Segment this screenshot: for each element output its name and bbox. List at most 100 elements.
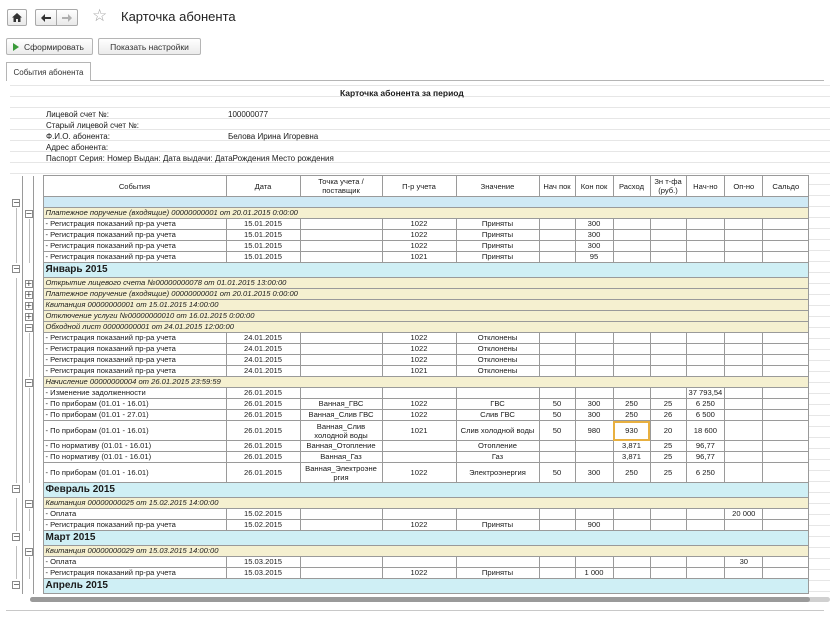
cell-balance[interactable] (762, 420, 810, 441)
cell-tariff[interactable] (649, 365, 687, 377)
cell-accrued[interactable] (685, 556, 726, 568)
cell-start-reading[interactable] (538, 556, 576, 568)
column-header-paid[interactable]: Оп-но (724, 175, 764, 197)
column-header-meter[interactable]: П-р учета (381, 175, 457, 197)
cell-date[interactable]: 26.01.2015 (225, 420, 301, 441)
cell-date[interactable]: 15.01.2015 (225, 229, 301, 241)
cell-paid[interactable] (724, 420, 764, 441)
cell-tariff[interactable] (649, 567, 687, 579)
cell-consumption[interactable] (612, 240, 651, 252)
cell-meter[interactable]: 1022 (381, 218, 457, 230)
cell-balance[interactable] (762, 365, 810, 377)
column-header-value[interactable]: Значение (455, 175, 540, 197)
expand-icon[interactable]: + (24, 279, 32, 288)
cell-start-reading[interactable] (538, 229, 576, 241)
cell-end-reading[interactable] (574, 343, 614, 355)
favorite-star-icon[interactable]: ☆ (92, 7, 107, 25)
cell-consumption[interactable] (612, 218, 651, 230)
cell-meter-point[interactable]: Ванная_Газ (299, 451, 383, 463)
cell-accrued[interactable]: 6 250 (685, 462, 726, 483)
cell-tariff[interactable] (649, 519, 687, 531)
cell-events[interactable]: - По нормативу (01.01 - 16.01) (42, 440, 227, 452)
cell-start-reading[interactable] (538, 343, 576, 355)
cell-date[interactable]: 26.01.2015 (225, 409, 301, 421)
cell-tariff[interactable] (649, 354, 687, 366)
column-header-meter-point[interactable]: Точка учета / поставщик (299, 175, 383, 197)
cell-meter-point[interactable]: Ванная_Слив холодной воды (299, 420, 383, 441)
cell-meter-point[interactable] (299, 343, 383, 355)
cell-meter-point[interactable]: Ванная_ГВС (299, 398, 383, 410)
cell-value[interactable]: Отопление (455, 440, 540, 452)
cell-consumption[interactable] (612, 519, 651, 531)
cell-accrued[interactable] (685, 251, 726, 263)
cell-events[interactable]: - Регистрация показаний пр-ра учета (42, 240, 227, 252)
cell-meter[interactable]: 1022 (381, 240, 457, 252)
cell-meter-point[interactable] (299, 567, 383, 579)
cell-meter[interactable] (381, 508, 457, 520)
cell-meter[interactable]: 1021 (381, 420, 457, 441)
cell-paid[interactable] (724, 218, 764, 230)
cell-consumption[interactable] (612, 567, 651, 579)
cell-end-reading[interactable] (574, 556, 614, 568)
cell-balance[interactable] (762, 440, 810, 452)
cell-balance[interactable] (762, 519, 810, 531)
tab-subscriber-events[interactable]: События абонента (6, 62, 91, 81)
cell-consumption[interactable] (612, 251, 651, 263)
show-settings-button[interactable]: Показать настройки (98, 38, 201, 55)
collapse-icon[interactable]: − (24, 209, 32, 218)
cell-end-reading[interactable]: 300 (574, 398, 614, 410)
cell-meter[interactable]: 1022 (381, 332, 457, 344)
cell-meter[interactable]: 1022 (381, 229, 457, 241)
cell-value[interactable]: Отклонены (455, 343, 540, 355)
cell-paid[interactable]: 20 000 (724, 508, 764, 520)
cell-meter-point[interactable]: Ванная_Отопление (299, 440, 383, 452)
cell-balance[interactable] (762, 240, 810, 252)
cell-paid[interactable] (724, 398, 764, 410)
cell-value[interactable]: Приняты (455, 567, 540, 579)
cell-accrued[interactable]: 96,77 (685, 451, 726, 463)
cell-consumption[interactable] (612, 387, 651, 399)
cell-accrued[interactable] (685, 343, 726, 355)
cell-tariff[interactable]: 25 (649, 398, 687, 410)
cell-start-reading[interactable] (538, 354, 576, 366)
cell-paid[interactable] (724, 409, 764, 421)
cell-paid[interactable] (724, 332, 764, 344)
cell-balance[interactable] (762, 343, 810, 355)
collapse-icon[interactable]: − (12, 264, 20, 273)
cell-tariff[interactable] (649, 229, 687, 241)
cell-meter[interactable] (381, 451, 457, 463)
cell-meter-point[interactable] (299, 365, 383, 377)
cell-paid[interactable] (724, 451, 764, 463)
document-label[interactable]: Платежное поручение (входящие) 000000000… (42, 288, 810, 300)
cell-meter[interactable]: 1022 (381, 343, 457, 355)
cell-events[interactable]: - По приборам (01.01 - 16.01) (42, 462, 227, 483)
month-label[interactable]: Февраль 2015 (42, 482, 810, 498)
cell-start-reading[interactable]: 50 (538, 462, 576, 483)
cell-events[interactable]: - По приборам (01.01 - 16.01) (42, 398, 227, 410)
cell-paid[interactable] (724, 343, 764, 355)
collapse-icon[interactable]: − (24, 378, 32, 387)
cell-start-reading[interactable]: 50 (538, 420, 576, 441)
cell-consumption[interactable]: 3,871 (612, 440, 651, 452)
cell-paid[interactable]: 30 (724, 556, 764, 568)
cell-date[interactable]: 24.01.2015 (225, 332, 301, 344)
cell-balance[interactable] (762, 398, 810, 410)
cell-value[interactable]: Приняты (455, 240, 540, 252)
cell-accrued[interactable]: 37 793,54 (685, 387, 726, 399)
cell-tariff[interactable] (649, 332, 687, 344)
cell-meter[interactable]: 1022 (381, 398, 457, 410)
cell-consumption[interactable]: 250 (612, 462, 651, 483)
cell-paid[interactable] (724, 567, 764, 579)
cell-paid[interactable] (724, 365, 764, 377)
column-header-start-reading[interactable]: Нач пок (538, 175, 576, 197)
cell-consumption[interactable] (612, 332, 651, 344)
cell-consumption[interactable]: 250 (612, 409, 651, 421)
cell-events[interactable]: - Изменение задолженности (42, 387, 227, 399)
cell-meter-point[interactable] (299, 556, 383, 568)
cell-value[interactable] (455, 508, 540, 520)
cell-meter-point[interactable] (299, 387, 383, 399)
cell-events[interactable]: - Оплата (42, 508, 227, 520)
cell-end-reading[interactable]: 1 000 (574, 567, 614, 579)
cell-paid[interactable] (724, 240, 764, 252)
cell-meter[interactable]: 1022 (381, 567, 457, 579)
